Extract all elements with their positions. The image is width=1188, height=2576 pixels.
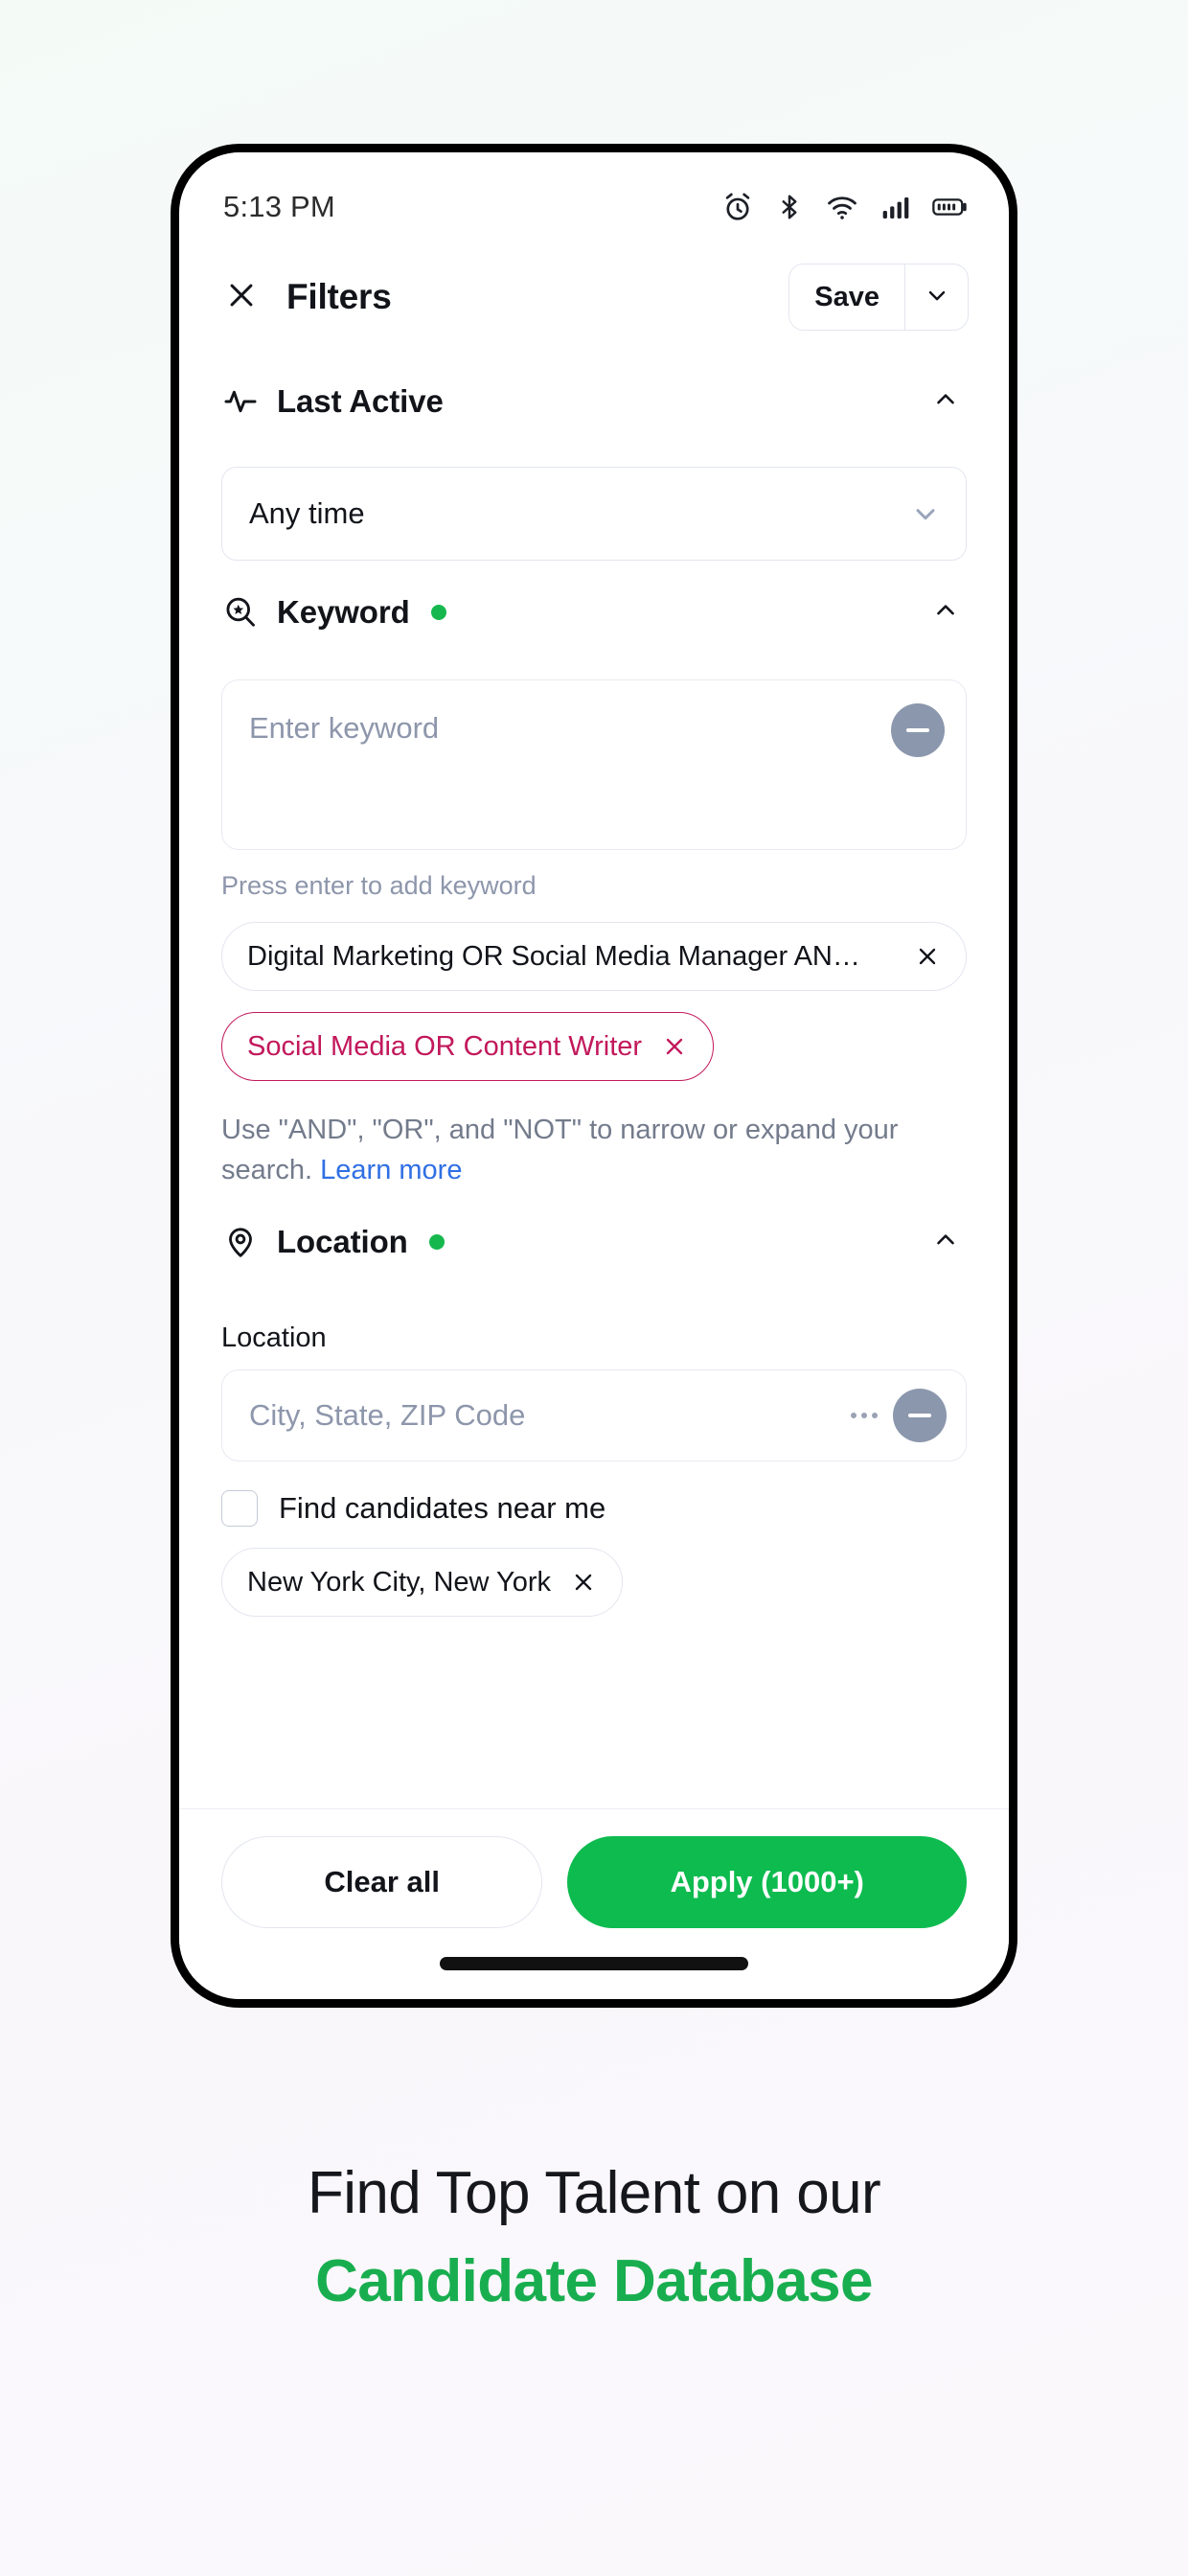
last-active-select[interactable]: Any time bbox=[221, 467, 967, 561]
keyword-chip-list: Digital Marketing OR Social Media Manage… bbox=[221, 922, 967, 991]
keyword-chip-label: Digital Marketing OR Social Media Manage… bbox=[247, 940, 860, 972]
page-title: Filters bbox=[286, 277, 392, 316]
bluetooth-icon bbox=[775, 191, 804, 223]
status-icons bbox=[721, 191, 969, 223]
save-button[interactable]: Save bbox=[789, 264, 904, 330]
status-time: 5:13 PM bbox=[223, 190, 335, 223]
alarm-clock-icon bbox=[721, 191, 754, 223]
close-icon bbox=[225, 279, 258, 316]
section-header-last-active[interactable]: Last Active bbox=[221, 350, 967, 453]
keyword-chip-remove-button[interactable] bbox=[914, 943, 941, 970]
find-candidates-near-me-checkbox[interactable] bbox=[221, 1490, 258, 1528]
collapse-toggle-last-active[interactable] bbox=[925, 380, 967, 423]
battery-icon bbox=[932, 191, 969, 223]
location-chip-label: New York City, New York bbox=[247, 1566, 551, 1598]
collapse-toggle-keyword[interactable] bbox=[925, 591, 967, 633]
ellipsis-icon bbox=[851, 1413, 878, 1419]
collapse-toggle-location[interactable] bbox=[925, 1221, 967, 1263]
minus-circle-icon[interactable] bbox=[891, 703, 945, 757]
map-pin-icon bbox=[221, 1223, 260, 1261]
keyword-helper-text: Press enter to add keyword bbox=[221, 871, 537, 900]
chevron-up-icon bbox=[931, 1226, 960, 1259]
chevron-up-icon bbox=[931, 596, 960, 630]
last-active-select-value: Any time bbox=[249, 496, 365, 530]
location-field-label: Location bbox=[221, 1322, 327, 1354]
keyword-chip-invalid-label: Social Media OR Content Writer bbox=[247, 1030, 643, 1062]
chevron-up-icon bbox=[931, 385, 960, 419]
keyword-active-indicator bbox=[430, 605, 446, 620]
phone-screen: 5:13 PM Filters Save Last Active Any tim… bbox=[179, 152, 1009, 1999]
learn-more-link[interactable]: Learn more bbox=[320, 1155, 462, 1185]
section-label-keyword: Keyword bbox=[277, 594, 410, 630]
keyword-chip-invalid-remove-button[interactable] bbox=[661, 1033, 688, 1060]
apply-filters-button[interactable]: Apply (1000+) bbox=[567, 1836, 967, 1928]
location-input[interactable]: City, State, ZIP Code bbox=[221, 1369, 967, 1462]
keyword-operators-note: Use "AND", "OR", and "NOT" to narrow or … bbox=[221, 1110, 967, 1190]
save-filter-group: Save bbox=[788, 264, 969, 331]
status-bar: 5:13 PM bbox=[179, 152, 1009, 244]
keyword-input-placeholder: Enter keyword bbox=[249, 711, 440, 745]
keyword-chip-invalid[interactable]: Social Media OR Content Writer bbox=[221, 1012, 715, 1081]
marketing-caption: Find Top Talent on our Candidate Databas… bbox=[0, 2156, 1188, 2318]
clear-all-button[interactable]: Clear all bbox=[221, 1836, 543, 1928]
find-candidates-near-me-label: Find candidates near me bbox=[279, 1491, 606, 1526]
filters-header: Filters Save bbox=[179, 244, 1009, 350]
filters-footer: Clear all Apply (1000+) bbox=[179, 1808, 1009, 1928]
filters-body: Last Active Any time Keyword Enter keywo… bbox=[179, 350, 1009, 1808]
save-options-button[interactable] bbox=[904, 264, 968, 330]
phone-mockup: 5:13 PM Filters Save Last Active Any tim… bbox=[171, 144, 1017, 2008]
caption-line-2: Candidate Database bbox=[315, 2247, 873, 2314]
section-header-keyword[interactable]: Keyword bbox=[221, 561, 967, 664]
section-header-location[interactable]: Location bbox=[221, 1190, 967, 1294]
keyword-chip[interactable]: Digital Marketing OR Social Media Manage… bbox=[221, 922, 967, 991]
close-filters-button[interactable] bbox=[221, 277, 262, 317]
minus-circle-icon[interactable] bbox=[893, 1389, 947, 1443]
section-label-last-active: Last Active bbox=[277, 383, 444, 419]
chevron-down-icon bbox=[924, 282, 950, 313]
location-active-indicator bbox=[428, 1234, 445, 1251]
home-indicator bbox=[440, 1957, 748, 1970]
cellular-signal-icon bbox=[880, 191, 911, 223]
caption-line-1: Find Top Talent on our bbox=[307, 2160, 881, 2226]
location-chip-list: New York City, New York bbox=[221, 1548, 967, 1618]
section-label-location: Location bbox=[277, 1224, 408, 1260]
chevron-down-icon bbox=[910, 498, 941, 529]
home-indicator-area bbox=[179, 1928, 1009, 1999]
location-chip-remove-button[interactable] bbox=[570, 1569, 597, 1596]
location-chip[interactable]: New York City, New York bbox=[221, 1548, 623, 1618]
keyword-input[interactable]: Enter keyword bbox=[221, 679, 967, 850]
wifi-icon bbox=[825, 191, 859, 223]
search-star-icon bbox=[221, 593, 260, 632]
location-input-placeholder: City, State, ZIP Code bbox=[249, 1398, 526, 1433]
activity-pulse-icon bbox=[221, 382, 260, 421]
keyword-chip-list-invalid: Social Media OR Content Writer bbox=[221, 1012, 967, 1081]
find-candidates-near-me-row[interactable]: Find candidates near me bbox=[221, 1490, 967, 1528]
